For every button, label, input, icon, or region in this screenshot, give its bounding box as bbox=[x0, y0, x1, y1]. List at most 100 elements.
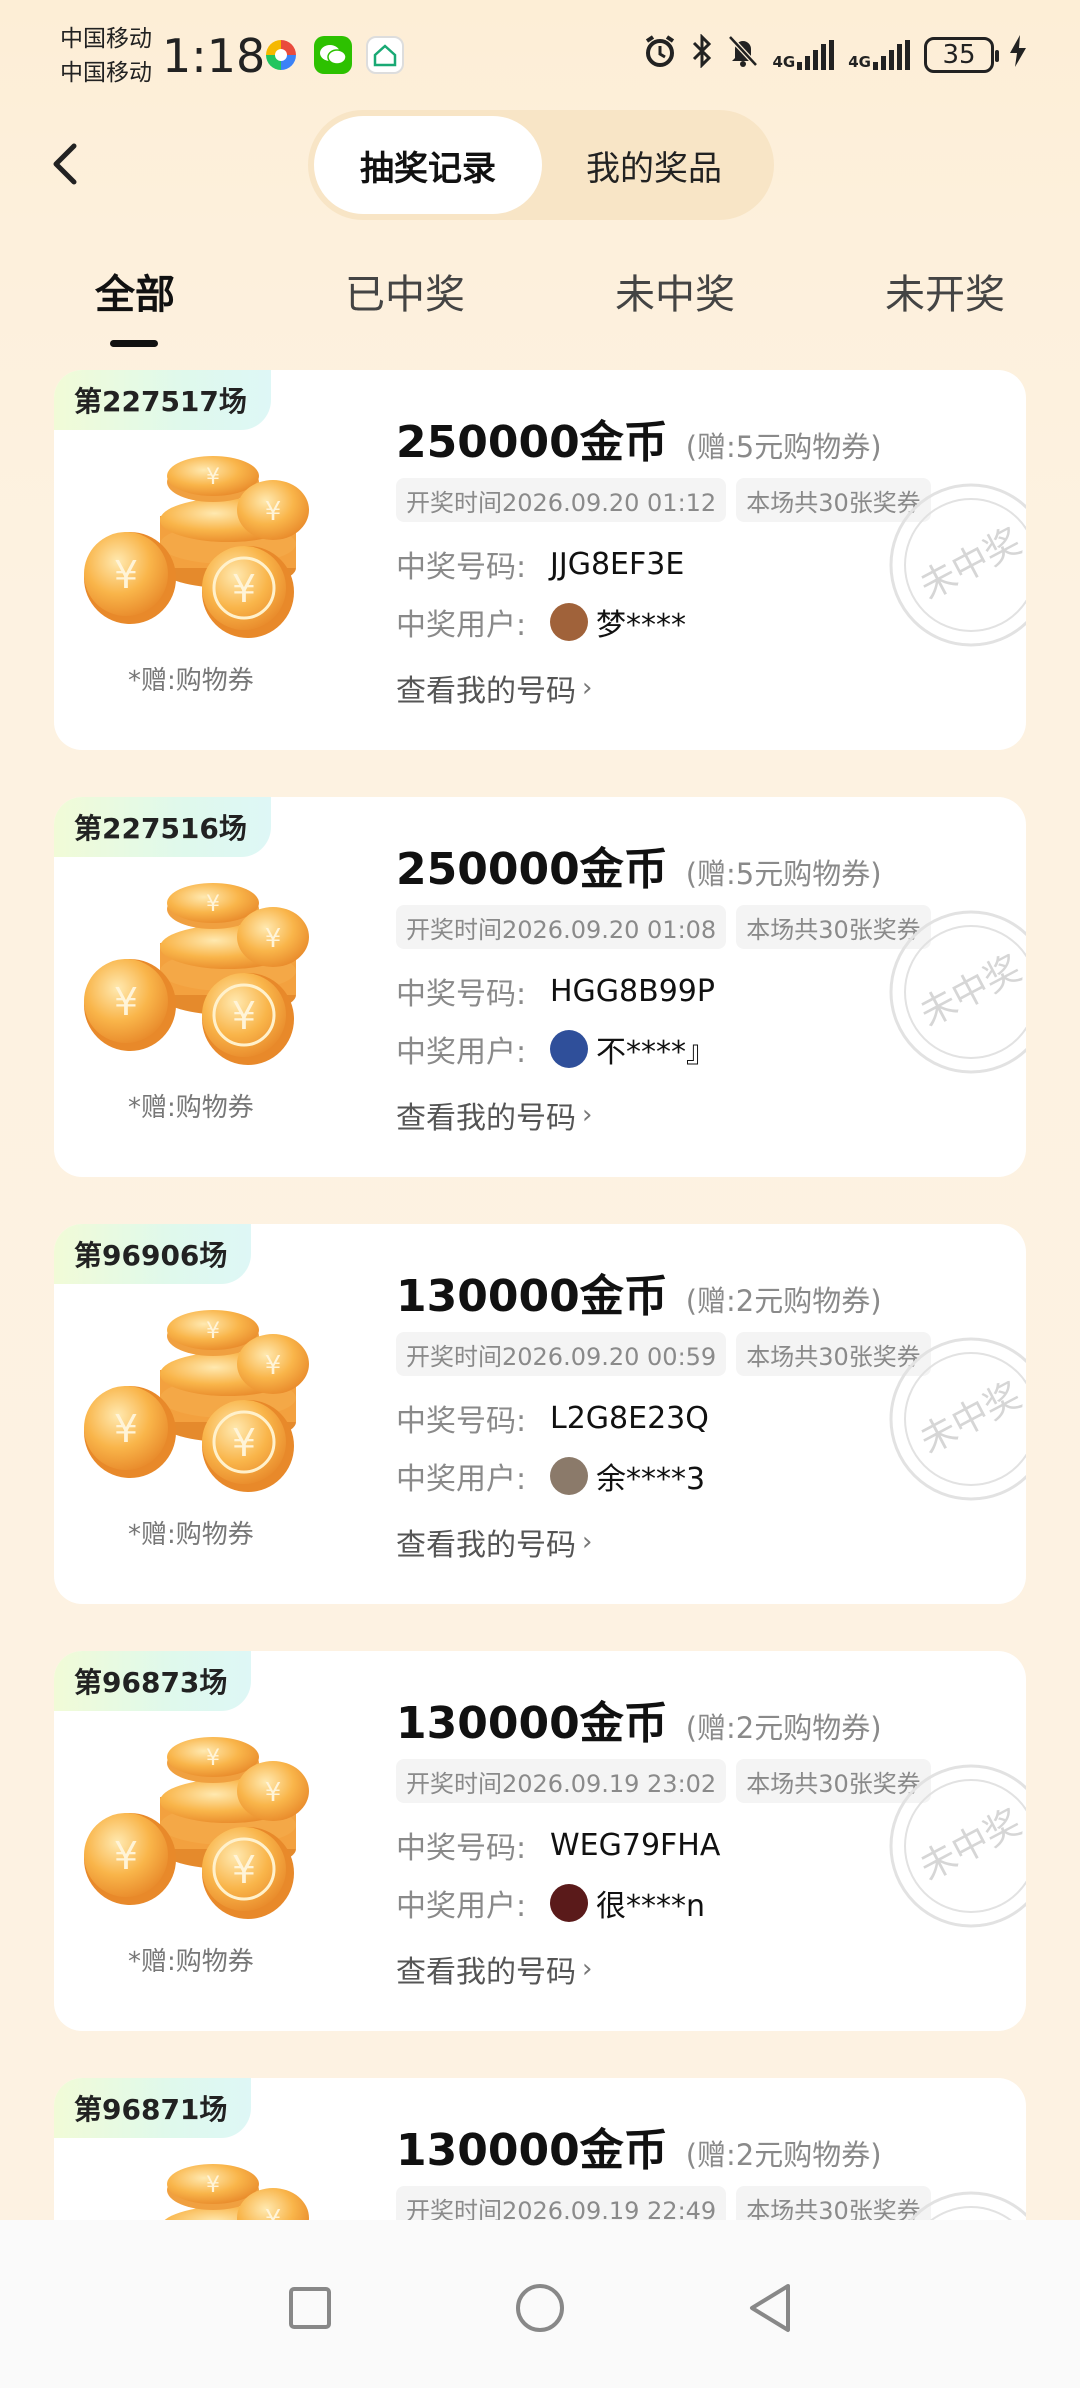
prize-bonus: (赠:5元购物券) bbox=[685, 857, 882, 891]
status-bar: 中国移动 中国移动 1:18 4G 4G 35 bbox=[0, 0, 1080, 110]
view-my-codes-label: 查看我的号码 bbox=[396, 1528, 576, 1563]
prize-amount: 130000金币 bbox=[396, 1271, 668, 1322]
record-card[interactable]: 第96906场 ¥ ¥ ¥ ¥ *赠:购物券 130000金币 (赠:2元购物券… bbox=[54, 1224, 1026, 1604]
winning-number-row: 中奖号码: WEG79FHA bbox=[396, 1823, 720, 1867]
tab-not-won[interactable]: 未中奖 bbox=[610, 262, 740, 320]
round-number-tag: 第227516场 bbox=[54, 797, 271, 857]
tab-not-drawn[interactable]: 未开奖 bbox=[880, 262, 1010, 320]
prize-amount: 250000金币 bbox=[396, 844, 668, 895]
segment-my-prizes[interactable]: 我的奖品 bbox=[540, 116, 768, 214]
back-nav-button[interactable] bbox=[740, 2278, 800, 2338]
avatar bbox=[550, 1457, 588, 1495]
winning-number-row: 中奖号码: HGG8B99P bbox=[396, 969, 715, 1013]
winning-number-value: HGG8B99P bbox=[550, 973, 715, 1009]
prize-info: 130000金币 (赠:2元购物券) bbox=[396, 1260, 882, 1324]
recents-button[interactable] bbox=[280, 2278, 340, 2338]
winning-number-label: 中奖号码: bbox=[396, 1404, 527, 1439]
home-app-icon bbox=[366, 36, 404, 74]
winning-number-value: WEG79FHA bbox=[550, 1827, 721, 1863]
svg-text:¥: ¥ bbox=[114, 1834, 138, 1878]
winning-number-label: 中奖号码: bbox=[396, 977, 527, 1012]
not-won-stamp-icon: 未中奖 bbox=[889, 483, 1026, 647]
battery-indicator: 35 bbox=[924, 36, 999, 73]
not-won-stamp-icon: 未中奖 bbox=[909, 2191, 1026, 2220]
winning-user-label: 中奖用户: bbox=[396, 608, 527, 643]
svg-text:¥: ¥ bbox=[114, 553, 138, 597]
draw-time-chip: 开奖时间2026.09.19 22:49 bbox=[396, 2186, 727, 2220]
carrier-1: 中国移动 bbox=[60, 26, 152, 52]
prize-bonus: (赠:2元购物券) bbox=[685, 2138, 882, 2172]
winning-number-label: 中奖号码: bbox=[396, 1831, 527, 1866]
carrier-2: 中国移动 bbox=[60, 60, 152, 86]
view-my-codes-link[interactable]: 查看我的号码 › bbox=[396, 1520, 592, 1564]
tab-all[interactable]: 全部 bbox=[90, 262, 180, 320]
svg-text:¥: ¥ bbox=[206, 465, 220, 490]
system-icons: 4G 4G 35 bbox=[643, 33, 1029, 75]
chevron-right-icon: › bbox=[582, 1954, 593, 1984]
winning-user-label: 中奖用户: bbox=[396, 1462, 527, 1497]
prize-amount: 250000金币 bbox=[396, 417, 668, 468]
prize-info: 250000金币 (赠:5元购物券) bbox=[396, 406, 882, 470]
signal-2-icon: 4G bbox=[848, 39, 910, 70]
draw-info-chips: 开奖时间2026.09.20 01:08 本场共30张奖券 bbox=[396, 905, 931, 949]
home-button[interactable] bbox=[510, 2278, 570, 2338]
draw-time-chip: 开奖时间2026.09.20 01:08 bbox=[396, 905, 727, 949]
round-number-tag: 第96871场 bbox=[54, 2078, 252, 2138]
status-clock: 1:18 bbox=[162, 29, 266, 83]
coin-note: *赠:购物券 bbox=[128, 1520, 254, 1550]
svg-text:¥: ¥ bbox=[265, 497, 282, 527]
avatar bbox=[550, 1030, 588, 1068]
prize-image: ¥ ¥ ¥ ¥ bbox=[78, 448, 358, 638]
coins-icon: ¥ ¥ ¥ ¥ bbox=[84, 883, 309, 1065]
segment-draw-records[interactable]: 抽奖记录 bbox=[314, 116, 542, 214]
draw-time-chip: 开奖时间2026.09.19 23:02 bbox=[396, 1759, 727, 1803]
view-my-codes-label: 查看我的号码 bbox=[396, 1101, 576, 1136]
winning-number-row: 中奖号码: L2G8E23Q bbox=[396, 1396, 709, 1440]
record-card[interactable]: 第96873场 ¥ ¥ ¥ ¥ *赠:购物券 130000金币 (赠:2元购物券… bbox=[54, 1651, 1026, 2031]
svg-text:¥: ¥ bbox=[114, 980, 138, 1024]
winning-user-label: 中奖用户: bbox=[396, 1889, 527, 1924]
active-tab-indicator bbox=[110, 340, 158, 347]
round-number-tag: 第96873场 bbox=[54, 1651, 252, 1711]
not-won-stamp-icon: 未中奖 bbox=[889, 1764, 1026, 1928]
draw-info-chips: 开奖时间2026.09.19 23:02 本场共30张奖券 bbox=[396, 1759, 931, 1803]
triangle-back-icon bbox=[750, 2284, 790, 2332]
record-list[interactable]: 第227517场 ¥ ¥ ¥ ¥ *赠:购物券 250000金币 (赠:5元购物… bbox=[0, 370, 1080, 2220]
view-my-codes-label: 查看我的号码 bbox=[396, 674, 576, 709]
back-button[interactable] bbox=[40, 134, 90, 194]
winning-user-name: 不****』 bbox=[596, 1035, 716, 1070]
stamp: 未中奖 bbox=[886, 2188, 1026, 2220]
coins-icon: ¥ ¥ ¥ ¥ bbox=[164, 2164, 309, 2220]
svg-text:未中奖: 未中奖 bbox=[913, 521, 1026, 608]
view-my-codes-link[interactable]: 查看我的号码 › bbox=[396, 1947, 592, 1991]
prize-amount: 130000金币 bbox=[396, 2125, 668, 2176]
winning-user-row: 中奖用户: 梦**** bbox=[396, 600, 686, 644]
view-my-codes-link[interactable]: 查看我的号码 › bbox=[396, 666, 592, 710]
coin-note: *赠:购物券 bbox=[128, 1093, 254, 1123]
record-card[interactable]: 第227516场 ¥ ¥ ¥ ¥ *赠:购物券 250000金币 (赠:5元购物… bbox=[54, 797, 1026, 1177]
stamp: 未中奖 bbox=[886, 1334, 1026, 1504]
view-my-codes-link[interactable]: 查看我的号码 › bbox=[396, 1093, 592, 1137]
winning-number-label: 中奖号码: bbox=[396, 550, 527, 585]
not-won-stamp-icon: 未中奖 bbox=[889, 1337, 1026, 1501]
winning-user-row: 中奖用户: 余****3 bbox=[396, 1454, 705, 1498]
circle-icon bbox=[516, 2284, 564, 2332]
carrier-info: 中国移动 中国移动 bbox=[60, 22, 152, 90]
prize-image: ¥ ¥ ¥ ¥ bbox=[78, 875, 358, 1065]
winning-user-name: 很****n bbox=[596, 1889, 706, 1924]
avatar bbox=[550, 1884, 588, 1922]
winning-user-row: 中奖用户: 很****n bbox=[396, 1881, 705, 1925]
prize-bonus: (赠:2元购物券) bbox=[685, 1711, 882, 1745]
record-card[interactable]: 第227517场 ¥ ¥ ¥ ¥ *赠:购物券 250000金币 (赠:5元购物… bbox=[54, 370, 1026, 750]
alarm-icon bbox=[643, 34, 677, 75]
winning-user-name: 梦**** bbox=[596, 608, 686, 643]
tab-won[interactable]: 已中奖 bbox=[340, 262, 470, 320]
winning-number-row: 中奖号码: JJG8EF3E bbox=[396, 542, 684, 586]
prize-info: 130000金币 (赠:2元购物券) bbox=[396, 2114, 882, 2178]
coin-note: *赠:购物券 bbox=[128, 666, 254, 696]
svg-text:¥: ¥ bbox=[206, 1319, 220, 1344]
not-won-stamp-icon: 未中奖 bbox=[889, 910, 1026, 1074]
record-card[interactable]: 第96871场 ¥ ¥ ¥ ¥ *赠:购物券 130000金币 (赠:2元购物券… bbox=[54, 2078, 1026, 2220]
avatar bbox=[550, 603, 588, 641]
svg-text:未中奖: 未中奖 bbox=[913, 948, 1026, 1035]
